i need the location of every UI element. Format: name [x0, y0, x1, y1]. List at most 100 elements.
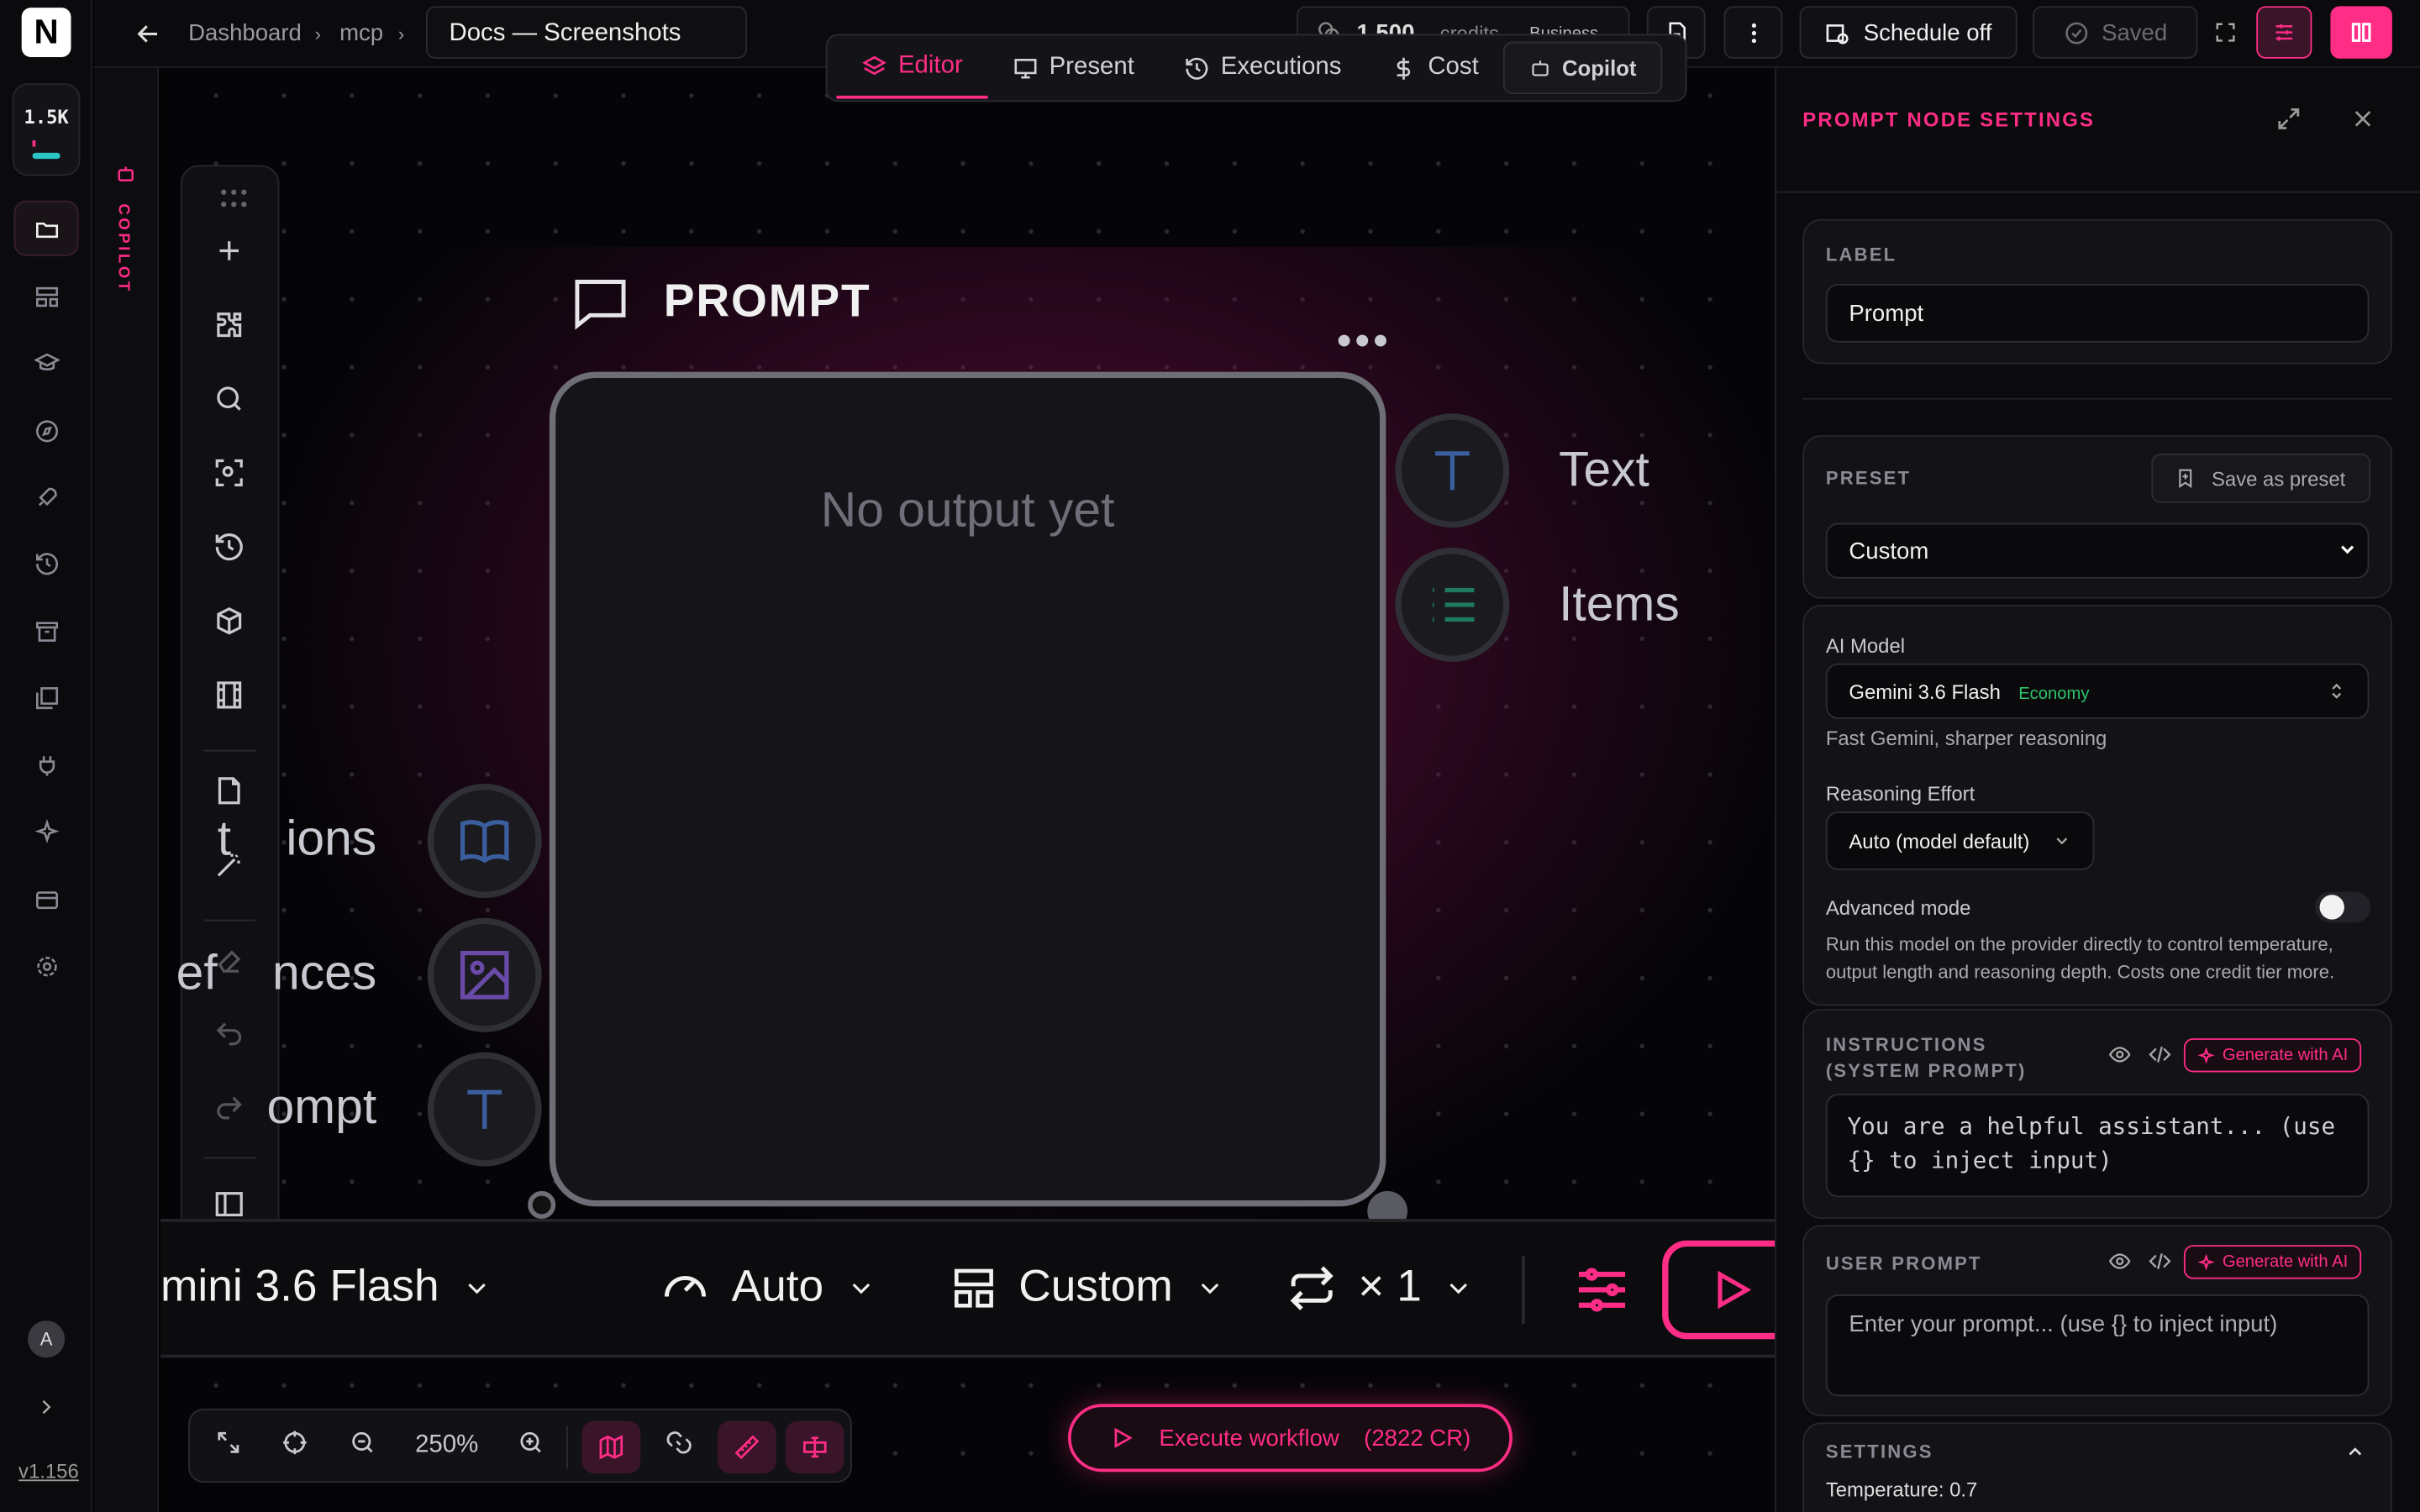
zoom-in-icon[interactable]	[517, 1429, 544, 1457]
ai-model-select[interactable]: Gemini 3.6 Flash Economy	[1825, 663, 2370, 719]
search-icon[interactable]	[213, 383, 245, 416]
magnet-icon[interactable]	[666, 1429, 693, 1457]
chevron-down-icon	[460, 1272, 492, 1303]
play-icon	[1708, 1267, 1754, 1313]
sparkles-icon[interactable]	[14, 804, 79, 859]
check-circle-icon	[2063, 19, 2089, 45]
advanced-mode-toggle[interactable]	[2315, 891, 2371, 923]
sticky-note-icon[interactable]	[213, 774, 245, 807]
output-text-handle[interactable]	[1395, 413, 1510, 528]
gear-icon[interactable]	[14, 938, 79, 994]
node-menu-icon[interactable]: •••	[1337, 317, 1392, 366]
tab-executions[interactable]: Executions	[1159, 37, 1366, 98]
expand-icon[interactable]	[2275, 105, 2302, 133]
app-logo[interactable]: N	[21, 8, 71, 57]
plus-icon[interactable]	[213, 234, 245, 267]
tab-copilot[interactable]: Copilot	[1503, 41, 1663, 95]
eye-icon[interactable]	[2108, 1250, 2132, 1273]
divider	[1521, 1256, 1525, 1324]
node-title[interactable]: PROMPT	[568, 271, 871, 333]
plug-icon[interactable]	[14, 738, 79, 793]
effort-label: Auto	[731, 1262, 824, 1312]
reasoning-select[interactable]: Auto (model default)	[1825, 811, 2095, 870]
input-references-handle[interactable]	[427, 917, 542, 1032]
save-preset-button[interactable]: Save as preset	[2151, 453, 2371, 503]
tab-editor[interactable]: Editor	[836, 37, 988, 99]
puzzle-icon[interactable]	[213, 308, 245, 341]
label-input[interactable]: Prompt	[1825, 283, 2370, 343]
package-icon[interactable]	[213, 605, 245, 638]
folder-icon[interactable]	[13, 200, 79, 256]
input-instructions-label: t ions	[217, 810, 377, 866]
more-vertical-icon[interactable]	[1723, 6, 1783, 59]
text-cursor-icon[interactable]	[785, 1420, 844, 1474]
effort-selector[interactable]: Auto	[660, 1262, 876, 1313]
code-icon[interactable]	[2149, 1043, 2172, 1067]
credit-card-icon[interactable]	[14, 872, 79, 927]
temperature-label: Temperature: 0.7	[1825, 1478, 1978, 1502]
archive-icon[interactable]	[14, 603, 79, 659]
crosshair-icon[interactable]	[281, 1429, 308, 1457]
bot-icon	[1529, 57, 1551, 79]
zoom-level[interactable]: 250%	[415, 1431, 478, 1459]
credits-pill[interactable]: 1,500 credits Business	[1296, 6, 1630, 38]
rocket-icon[interactable]	[14, 469, 79, 524]
chevron-right-icon[interactable]	[34, 1394, 58, 1419]
reasoning-caption: Reasoning Effort	[1825, 782, 1975, 806]
instructions-textarea[interactable]: You are a helpful assistant... (use {} t…	[1825, 1094, 2370, 1198]
instructions-caption: INSTRUCTIONS (SYSTEM PROMPT)	[1825, 1033, 2027, 1082]
user-prompt-textarea[interactable]: Enter your prompt... (use {} to inject i…	[1825, 1294, 2370, 1397]
drag-handle-icon[interactable]	[218, 182, 250, 215]
close-icon[interactable]	[2349, 105, 2376, 133]
panel-title: PROMPT NODE SETTINGS	[1802, 108, 2096, 132]
preset-selector[interactable]: Custom	[950, 1262, 1225, 1313]
history-icon[interactable]	[213, 531, 245, 564]
chevron-up-icon[interactable]	[2344, 1441, 2366, 1462]
view-tabs: Editor Present Executions Cost Copilot	[825, 34, 1687, 102]
back-arrow-icon[interactable]	[133, 18, 164, 50]
avatar[interactable]: A	[28, 1320, 66, 1358]
chevron-down-icon	[1194, 1272, 1225, 1303]
film-icon[interactable]	[213, 679, 245, 711]
doc-title-input[interactable]: Docs — Screenshots	[425, 6, 747, 59]
minimap-icon[interactable]	[581, 1420, 641, 1474]
generate-ai-button[interactable]: Generate with AI	[2183, 1245, 2362, 1279]
generate-ai-button[interactable]: Generate with AI	[2183, 1038, 2362, 1073]
chevron-down-icon	[2337, 538, 2359, 560]
sidebar-panel-icon[interactable]	[213, 1188, 245, 1221]
execute-workflow-button[interactable]: Execute workflow (2822 CR)	[1067, 1404, 1512, 1473]
resize-handle[interactable]	[528, 1190, 556, 1219]
repeat-selector[interactable]: × 1	[1287, 1262, 1474, 1313]
graduation-cap-icon[interactable]	[14, 335, 79, 391]
preset-select[interactable]: Custom	[1825, 522, 2370, 579]
zoom-out-icon[interactable]	[349, 1429, 376, 1457]
fit-view-icon[interactable]	[214, 1429, 242, 1457]
chevron-down-icon	[2053, 832, 2071, 850]
settings-panel-toggle-icon[interactable]	[2256, 6, 2312, 59]
eye-icon[interactable]	[2108, 1043, 2132, 1067]
fullscreen-icon[interactable]	[2197, 6, 2253, 58]
model-selector[interactable]: mini 3.6 Flash	[160, 1262, 492, 1313]
tab-present[interactable]: Present	[987, 37, 1159, 98]
ruler-icon[interactable]	[718, 1420, 776, 1474]
sliders-icon[interactable]	[1571, 1259, 1633, 1320]
breadcrumb-mcp[interactable]: mcp	[339, 20, 383, 46]
undo-icon[interactable]	[213, 1018, 245, 1051]
copilot-strip[interactable]: COPILOT	[94, 67, 160, 1512]
schedule-button[interactable]: Schedule off	[1799, 6, 2018, 59]
history-icon[interactable]	[14, 535, 79, 591]
node-toolbar	[180, 165, 280, 1347]
code-icon[interactable]	[2149, 1250, 2172, 1273]
credits-badge[interactable]: 1.5K	[12, 83, 81, 176]
input-instructions-handle[interactable]	[427, 784, 542, 898]
breadcrumb-dashboard[interactable]: Dashboard	[188, 20, 302, 46]
tab-cost[interactable]: Cost	[1366, 37, 1503, 98]
split-view-icon[interactable]	[2330, 6, 2392, 59]
input-prompt-handle[interactable]	[427, 1052, 542, 1167]
layout-icon[interactable]	[14, 269, 79, 324]
images-icon[interactable]	[14, 669, 79, 725]
output-items-handle[interactable]	[1395, 548, 1510, 662]
scan-search-icon[interactable]	[213, 457, 245, 490]
version-link[interactable]: v1.156	[18, 1460, 79, 1483]
compass-icon[interactable]	[14, 402, 79, 458]
